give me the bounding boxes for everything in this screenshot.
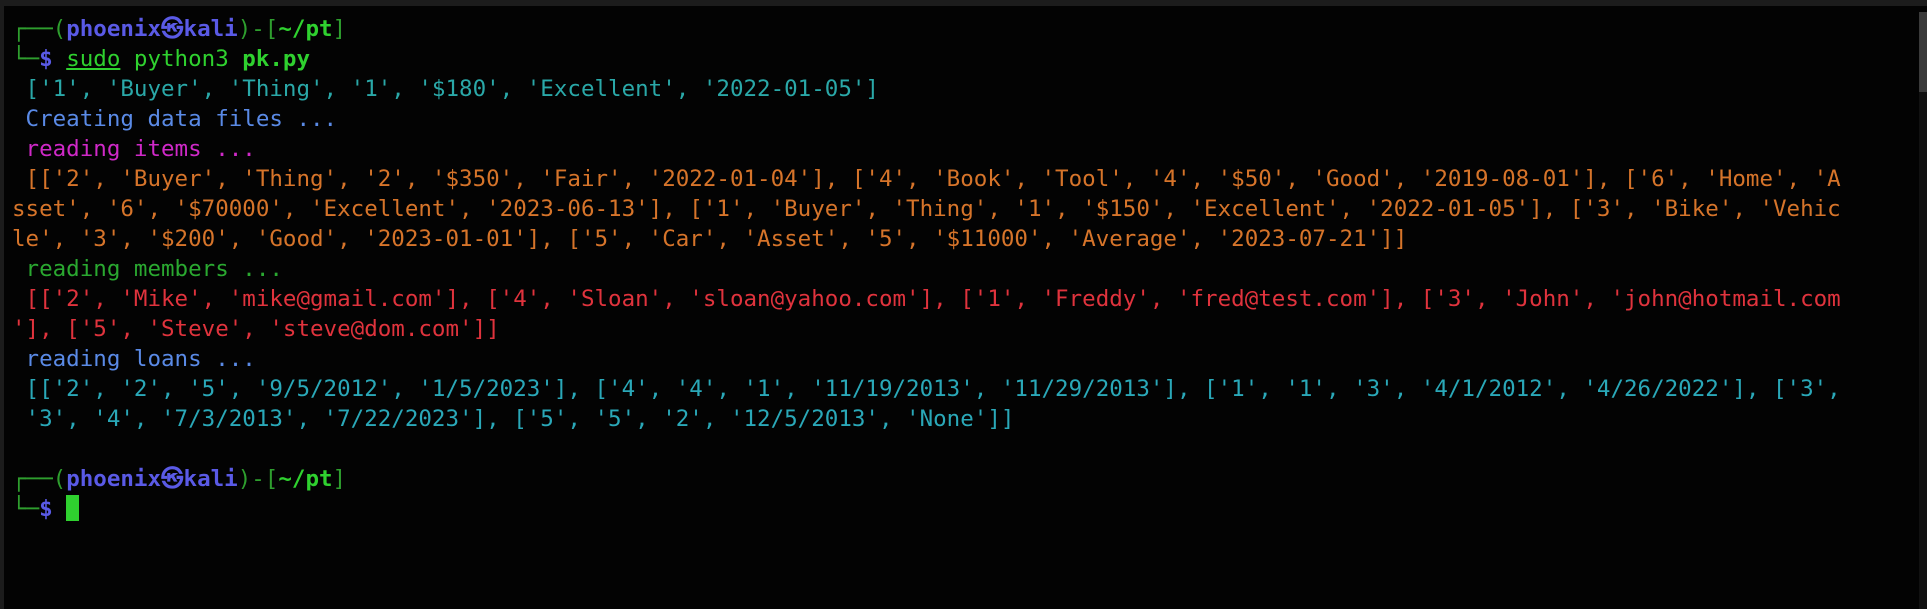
output-items-line-1: [['2', 'Buyer', 'Thing', '2', '$350', 'F…	[12, 166, 1841, 192]
scrollbar-track[interactable]	[1919, 12, 1927, 609]
prompt-line-top: ┌──(phoenix㉿kali)-[~/pt]	[12, 14, 1912, 44]
prompt-user: phoenix	[66, 466, 162, 492]
prompt-user: phoenix	[66, 16, 162, 42]
terminal-window[interactable]: ┌──(phoenix㉿kali)-[~/pt] └─$ sudo python…	[0, 0, 1927, 609]
prompt-box-end: ]	[332, 466, 347, 492]
prompt-path: ~/pt	[278, 466, 333, 492]
prompt-box-top: ┌──(	[12, 466, 67, 492]
prompt-separator-icon: ㉿	[161, 466, 184, 492]
output-items-line-2: sset', '6', '$70000', 'Excellent', '2023…	[12, 196, 1841, 222]
command-script: pk.py	[242, 46, 311, 72]
prompt-box-end: ]	[332, 16, 347, 42]
prompt-dollar: $	[39, 496, 53, 522]
prompt-box-bottom: └─	[12, 46, 40, 72]
prompt-host: kali	[183, 466, 238, 492]
prompt-box-top: ┌──(	[12, 16, 67, 42]
prompt-dollar: $	[39, 46, 53, 72]
output-loans-line-2: '3', '4', '7/3/2013', '7/22/2023'], ['5'…	[12, 406, 1015, 432]
command-python: python3	[133, 46, 229, 72]
output-creating-files: Creating data files ...	[12, 106, 338, 132]
prompt-host: kali	[183, 16, 238, 42]
prompt-path: ~/pt	[278, 16, 333, 42]
output-members-line-2: '], ['5', 'Steve', 'steve@dom.com']]	[12, 316, 500, 342]
scrollbar-thumb[interactable]	[1919, 12, 1927, 92]
output-reading-members: reading members ...	[12, 256, 283, 282]
prompt-box-mid: )-[	[237, 16, 279, 42]
command-sudo: sudo	[66, 46, 121, 72]
output-loans-line-1: [['2', '2', '5', '9/5/2012', '1/5/2023']…	[12, 376, 1841, 402]
command-line: └─$ sudo python3 pk.py	[12, 44, 1912, 74]
output-members-line-1: [['2', 'Mike', 'mike@gmail.com'], ['4', …	[12, 286, 1841, 312]
prompt-box-bottom: └─	[12, 496, 40, 522]
prompt-line-top-2: ┌──(phoenix㉿kali)-[~/pt]	[12, 464, 1912, 494]
output-reading-loans: reading loans ...	[12, 346, 256, 372]
prompt-separator-icon: ㉿	[161, 16, 184, 42]
terminal-output: ┌──(phoenix㉿kali)-[~/pt] └─$ sudo python…	[12, 14, 1912, 524]
output-reading-items: reading items ...	[12, 136, 256, 162]
text-cursor[interactable]	[66, 495, 80, 521]
output-first-record: ['1', 'Buyer', 'Thing', '1', '$180', 'Ex…	[12, 76, 879, 102]
command-line-2[interactable]: └─$	[12, 494, 1912, 524]
prompt-box-mid: )-[	[237, 466, 279, 492]
output-items-line-3: le', '3', '$200', 'Good', '2023-01-01'],…	[12, 226, 1408, 252]
